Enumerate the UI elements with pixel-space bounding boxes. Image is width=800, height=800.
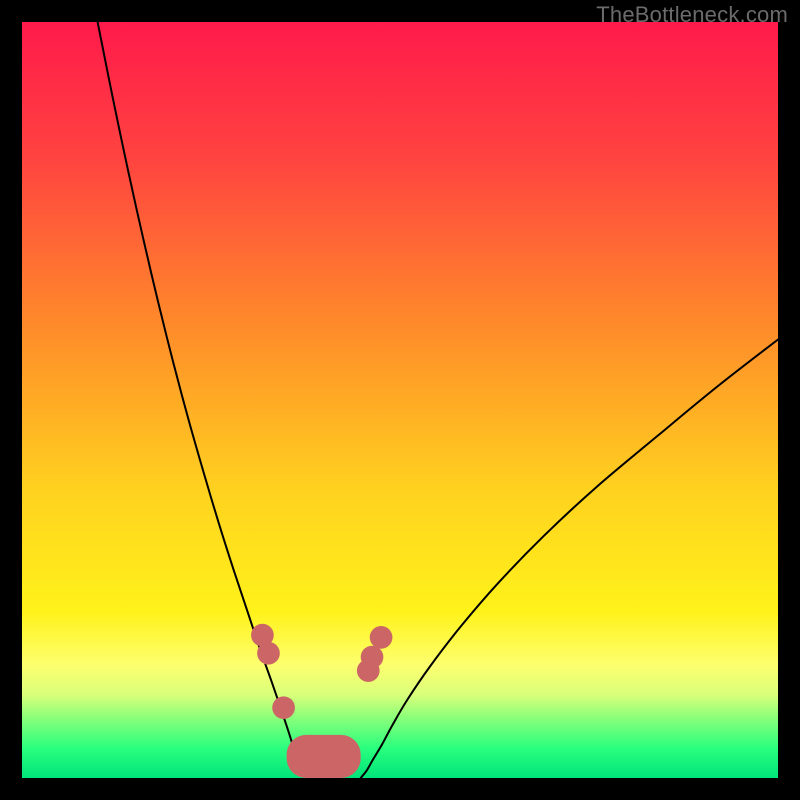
bottom-dots: [361, 646, 384, 669]
right-curve: [361, 340, 778, 778]
bottom-dots: [272, 696, 295, 719]
bottom-dots: [257, 642, 280, 665]
left-curve: [98, 22, 310, 778]
bottom-dots: [370, 626, 393, 649]
plot-area: [22, 22, 778, 778]
chart-frame: TheBottleneck.com: [0, 0, 800, 800]
bottom-blob: [287, 735, 361, 778]
curve-layer: [22, 22, 778, 778]
watermark-text: TheBottleneck.com: [596, 2, 788, 28]
